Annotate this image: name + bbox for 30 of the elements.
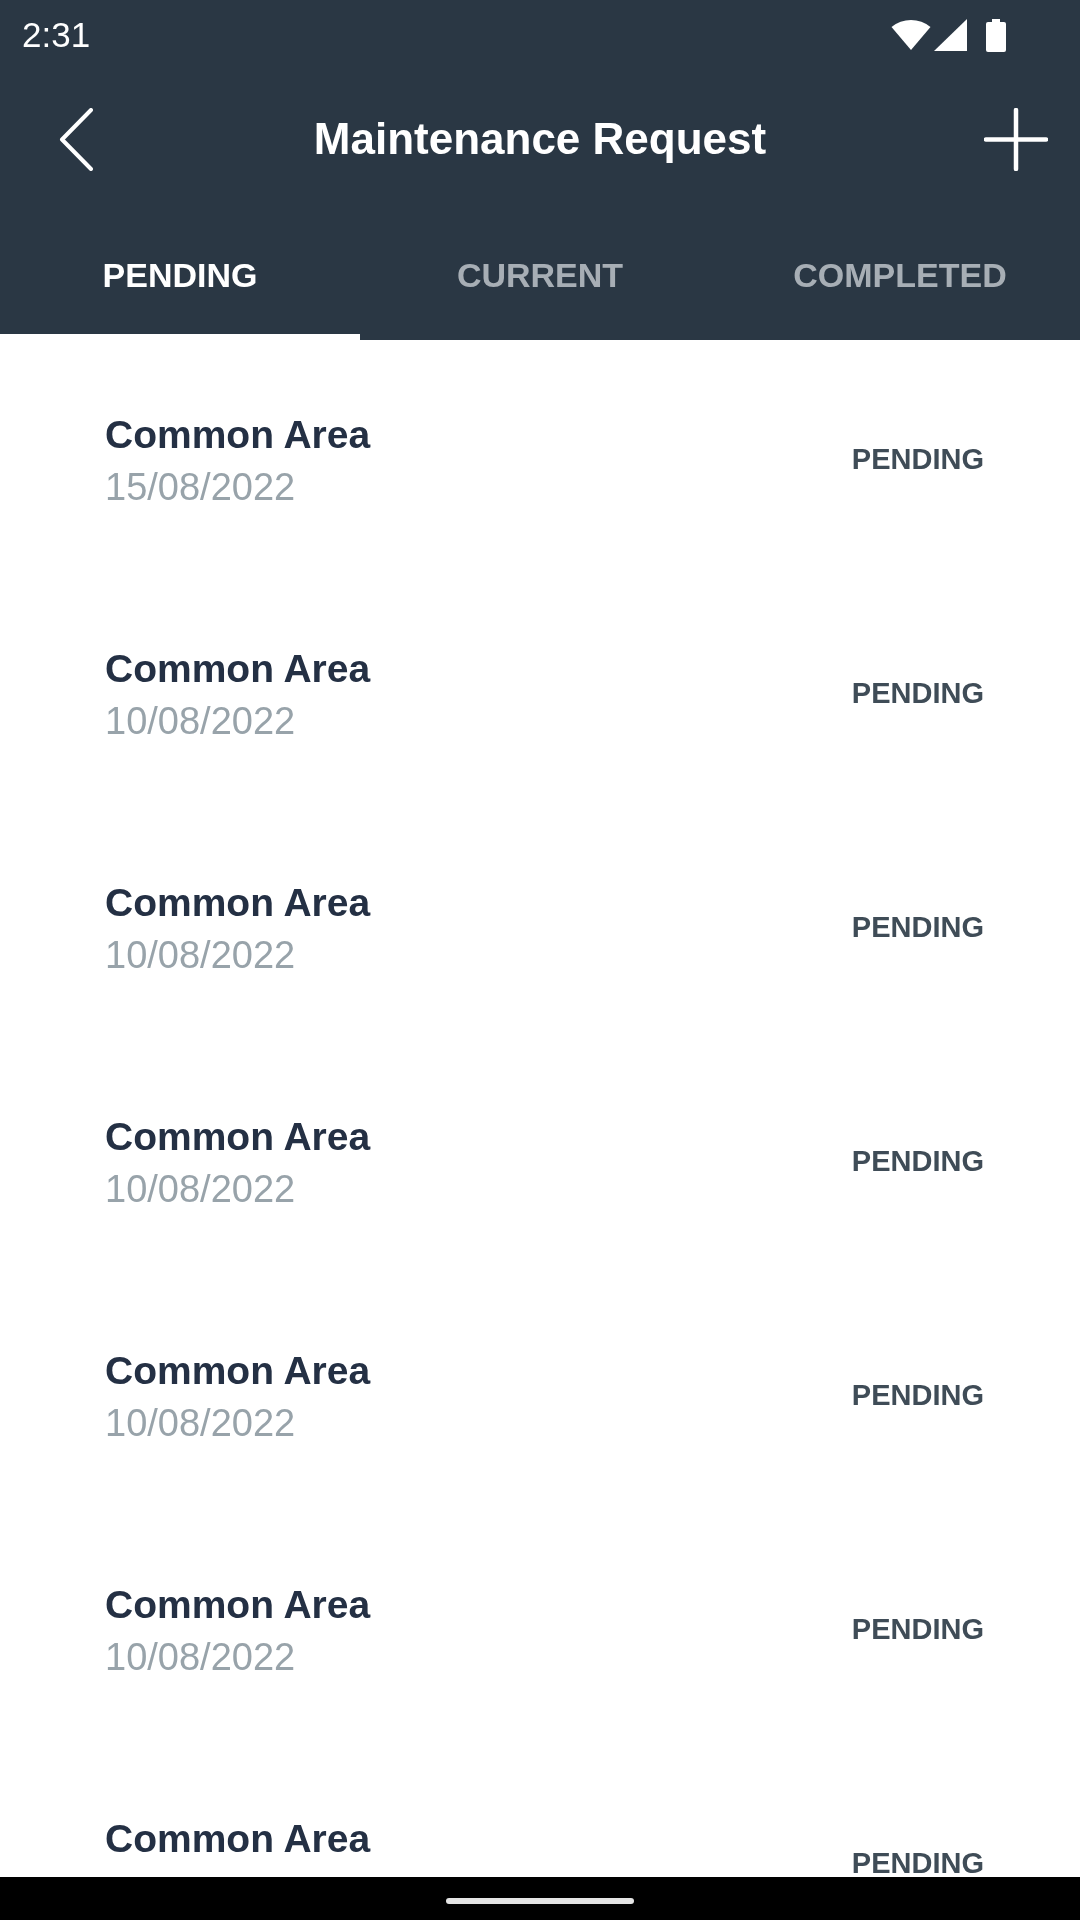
status-label: PENDING — [851, 913, 984, 941]
tab[interactable]: PENDING — [0, 208, 360, 340]
request-date: 10/08/2022 — [105, 1635, 296, 1679]
status-label: PENDING — [851, 1147, 984, 1175]
status-label: PENDING — [851, 445, 984, 473]
request-date: 10/08/2022 — [105, 933, 296, 977]
request-date: 10/08/2022 — [105, 1401, 296, 1445]
request-title: Common Area — [105, 412, 371, 458]
tab[interactable]: CURRENT — [360, 208, 720, 340]
request-title: Common Area — [105, 646, 371, 692]
request-title: Common Area — [105, 1114, 371, 1160]
request-date: 10/08/2022 — [105, 699, 296, 743]
status-label: PENDING — [851, 1381, 984, 1409]
request-date: 10/08/2022 — [105, 1167, 296, 1211]
request-title: Common Area — [105, 1348, 371, 1394]
request-title: Common Area — [105, 1816, 371, 1862]
wifi-icon — [891, 18, 931, 50]
status-time: 2:31 — [22, 15, 91, 55]
request-title: Common Area — [105, 880, 371, 926]
request-title: Common Area — [105, 1582, 371, 1628]
request-date: 15/08/2022 — [105, 465, 296, 509]
back-icon[interactable] — [59, 107, 93, 171]
status-label: PENDING — [851, 1849, 984, 1877]
screen-title: Maintenance Request — [313, 113, 767, 165]
tab[interactable]: COMPLETED — [720, 208, 1080, 340]
add-icon[interactable] — [984, 107, 1048, 171]
status-label: PENDING — [851, 1615, 984, 1643]
battery-icon — [986, 18, 1006, 52]
status-label: PENDING — [851, 679, 984, 707]
signal-icon — [934, 18, 967, 51]
